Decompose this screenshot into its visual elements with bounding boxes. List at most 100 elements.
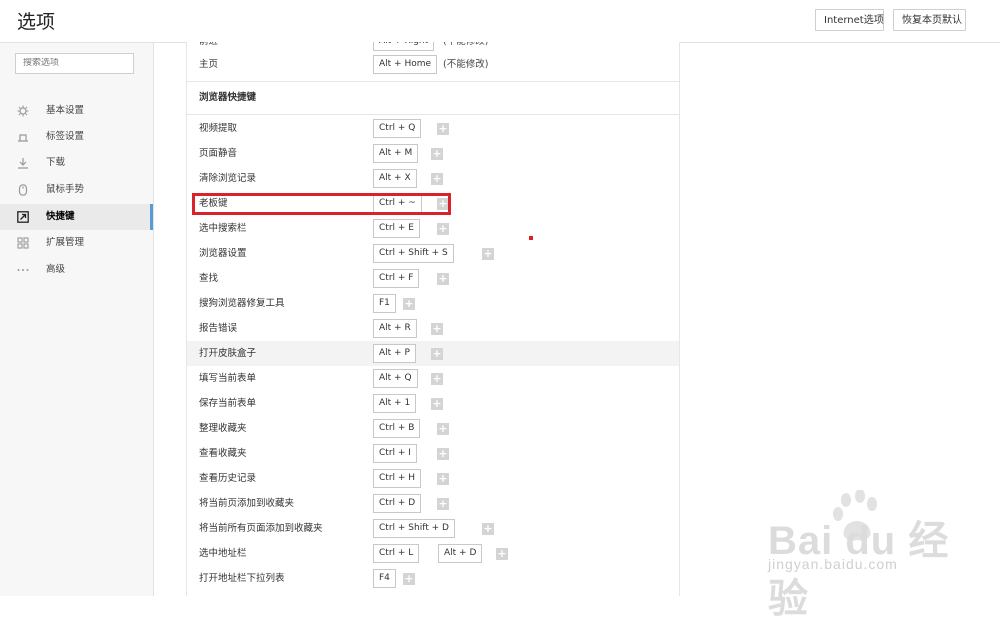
sidebar-item-shortcuts[interactable]: 快捷键	[0, 204, 153, 230]
shortcut-key[interactable]: Alt + R	[373, 319, 417, 338]
shortcut-key[interactable]: Alt + D	[438, 544, 483, 563]
shortcut-icon	[17, 211, 29, 223]
add-shortcut-button[interactable]: +	[403, 573, 415, 585]
readonly-note: (不能修改)	[443, 59, 489, 70]
shortcut-row: 页面静音 Alt + M +	[187, 141, 679, 166]
shortcut-key[interactable]: Ctrl + Shift + S	[373, 244, 454, 263]
shortcut-row: 将当前页添加到收藏夹 Ctrl + D +	[187, 491, 679, 516]
shortcut-name: 打开皮肤盒子	[199, 348, 257, 359]
add-shortcut-button[interactable]: +	[437, 273, 449, 285]
shortcut-name: 视频提取	[199, 123, 238, 134]
shortcut-name: 浏览器设置	[199, 248, 247, 259]
add-shortcut-button[interactable]: +	[437, 448, 449, 460]
shortcut-key[interactable]: Ctrl + E	[373, 219, 420, 238]
shortcut-name: 将当前页添加到收藏夹	[199, 498, 295, 509]
shortcut-row: 打开皮肤盒子 Alt + P +	[187, 341, 679, 366]
shortcut-name: 整理收藏夹	[199, 423, 247, 434]
shortcut-name: 选中地址栏	[199, 548, 247, 559]
shortcut-key[interactable]: F1	[373, 294, 396, 313]
add-shortcut-button[interactable]: +	[437, 498, 449, 510]
shortcut-name: 选中搜索栏	[199, 223, 247, 234]
shortcut-name: 清除浏览记录	[199, 173, 257, 184]
section-header: 浏览器快捷键	[187, 81, 679, 115]
shortcut-key[interactable]: Alt + Right	[373, 42, 435, 51]
shortcut-key[interactable]: F4	[373, 569, 396, 588]
sidebar-item-label: 下载	[46, 157, 66, 168]
shortcut-row: 查看收藏夹 Ctrl + I +	[187, 441, 679, 466]
sidebar-item-advanced[interactable]: 高级	[0, 257, 153, 283]
sidebar-item-label: 扩展管理	[46, 237, 85, 248]
shortcut-name: 搜狗浏览器修复工具	[199, 298, 285, 309]
shortcut-row: 查找 Ctrl + F +	[187, 266, 679, 291]
add-shortcut-button[interactable]: +	[431, 148, 443, 160]
restore-defaults-button[interactable]: 恢复本页默认	[893, 9, 966, 31]
red-dot	[529, 236, 533, 240]
shortcut-name: 打开地址栏下拉列表	[199, 573, 285, 584]
extension-icon	[17, 237, 29, 249]
add-shortcut-button[interactable]: +	[437, 223, 449, 235]
shortcut-key[interactable]: Alt + M	[373, 144, 419, 163]
sidebar-item-label: 标签设置	[46, 131, 85, 142]
add-shortcut-button[interactable]: +	[437, 198, 449, 210]
shortcut-row: 将当前所有页面添加到收藏夹 Ctrl + Shift + D +	[187, 516, 679, 541]
add-shortcut-button[interactable]: +	[437, 423, 449, 435]
shortcut-key[interactable]: Alt + P	[373, 344, 416, 363]
search-box[interactable]	[15, 53, 134, 74]
section-title: 浏览器快捷键	[199, 92, 257, 103]
add-shortcut-button[interactable]: +	[431, 348, 443, 360]
shortcut-row: 搜狗浏览器修复工具 F1 +	[187, 291, 679, 316]
shortcut-key[interactable]: Ctrl + Q	[373, 119, 422, 138]
add-shortcut-button[interactable]: +	[431, 173, 443, 185]
sidebar-item-extensions[interactable]: 扩展管理	[0, 230, 153, 256]
shortcut-key[interactable]: Ctrl + I	[373, 444, 417, 463]
shortcut-row: 视频提取 Ctrl + Q +	[187, 116, 679, 141]
add-shortcut-button[interactable]: +	[496, 548, 508, 560]
add-shortcut-button[interactable]: +	[431, 398, 443, 410]
sidebar-item-download[interactable]: 下载	[0, 150, 153, 176]
download-icon	[18, 158, 28, 169]
more-icon	[17, 269, 29, 271]
shortcut-key[interactable]: Ctrl + Shift + D	[373, 519, 455, 538]
add-shortcut-button[interactable]: +	[403, 298, 415, 310]
shortcut-key[interactable]: Ctrl + H	[373, 469, 422, 488]
shortcut-key[interactable]: Alt + 1	[373, 394, 417, 413]
shortcut-name: 填写当前表单	[199, 373, 257, 384]
sidebar-item-basic[interactable]: 基本设置	[0, 98, 153, 124]
sidebar-item-label: 高级	[46, 264, 66, 275]
internet-options-button[interactable]: Internet选项	[815, 9, 884, 31]
shortcut-name: 查看历史记录	[199, 473, 257, 484]
add-shortcut-button[interactable]: +	[437, 473, 449, 485]
add-shortcut-button[interactable]: +	[437, 123, 449, 135]
add-shortcut-button[interactable]: +	[482, 248, 494, 260]
paw-logo-icon	[833, 490, 877, 541]
shortcut-key[interactable]: Alt + Home	[373, 55, 438, 74]
shortcut-row-home: 主页 Alt + Home (不能修改)	[187, 52, 679, 77]
shortcut-key[interactable]: Ctrl + B	[373, 419, 421, 438]
watermark-text: Bai du 经验	[768, 519, 950, 621]
shortcut-name: 报告错误	[199, 323, 238, 334]
shortcut-name: 查看收藏夹	[199, 448, 247, 459]
watermark-url: jingyan.baidu.com	[768, 556, 898, 572]
mouse-icon	[18, 184, 28, 196]
shortcut-name: 保存当前表单	[199, 398, 257, 409]
sidebar-item-label: 鼠标手势	[46, 184, 85, 195]
sidebar-item-tabs[interactable]: 标签设置	[0, 124, 153, 150]
shortcut-key[interactable]: Alt + X	[373, 169, 417, 188]
shortcut-key[interactable]: Alt + Q	[373, 369, 418, 388]
shortcut-name: 老板键	[199, 198, 228, 209]
search-input[interactable]	[23, 58, 126, 68]
shortcut-row: 查看历史记录 Ctrl + H +	[187, 466, 679, 491]
sidebar: 基本设置 标签设置 下载 鼠标手势 快捷键 扩展管理	[0, 43, 154, 596]
shortcut-key[interactable]: Ctrl + D	[373, 494, 422, 513]
shortcut-row: 保存当前表单 Alt + 1 +	[187, 391, 679, 416]
shortcut-row: 打开地址栏下拉列表 F4 +	[187, 566, 679, 591]
shortcut-row: 整理收藏夹 Ctrl + B +	[187, 416, 679, 441]
shortcut-name: 查找	[199, 273, 219, 284]
sidebar-item-mouse-gesture[interactable]: 鼠标手势	[0, 177, 153, 203]
shortcut-key[interactable]: Ctrl + L	[373, 544, 420, 563]
add-shortcut-button[interactable]: +	[431, 373, 443, 385]
shortcut-key[interactable]: Ctrl + ~	[373, 194, 422, 213]
add-shortcut-button[interactable]: +	[482, 523, 494, 535]
shortcut-key[interactable]: Ctrl + F	[373, 269, 420, 288]
add-shortcut-button[interactable]: +	[431, 323, 443, 335]
